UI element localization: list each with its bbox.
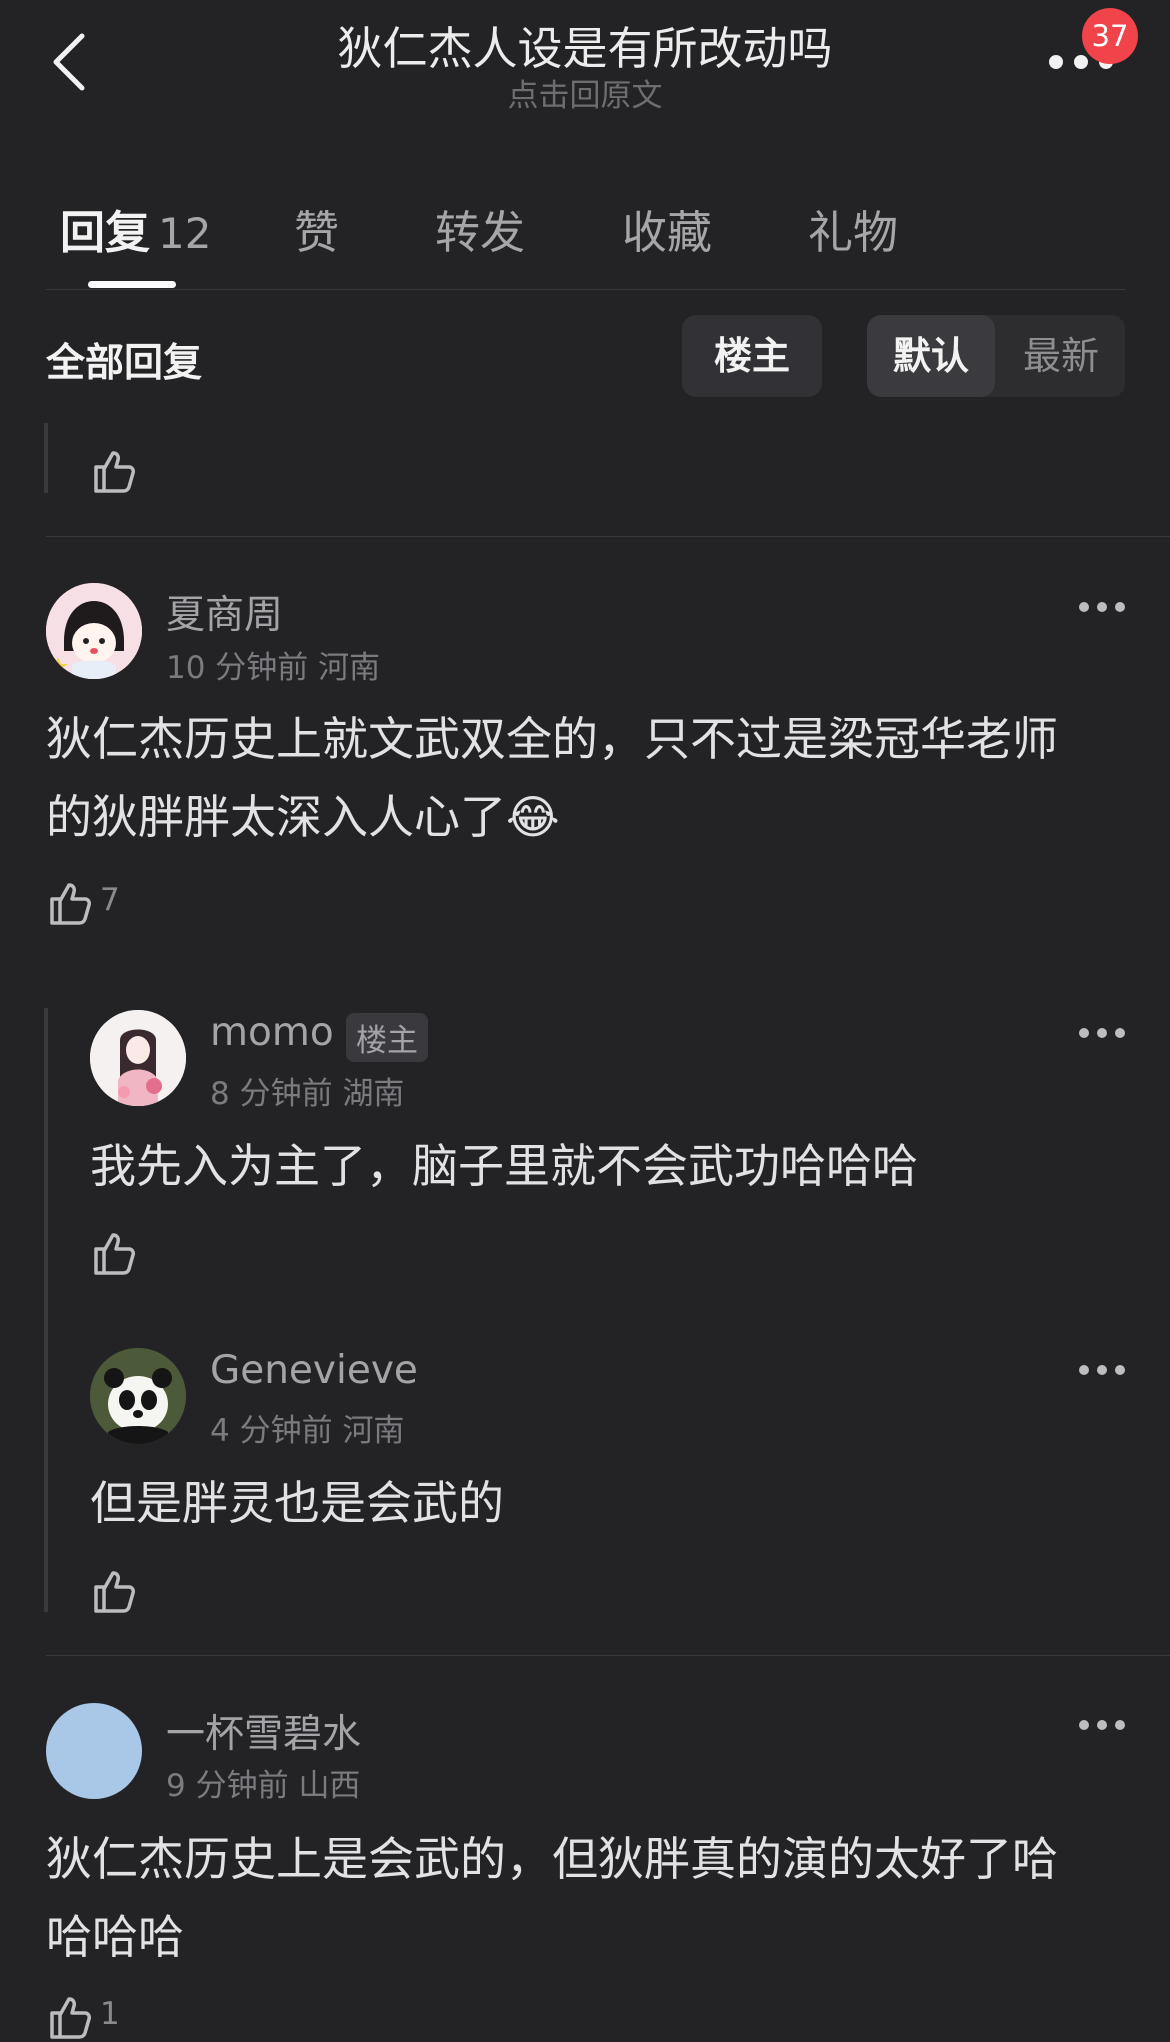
comment-meta: 10 分钟前 河南	[166, 642, 380, 687]
tabs-divider	[46, 289, 1125, 290]
like-icon[interactable]	[90, 1228, 140, 1278]
active-tab-indicator	[88, 281, 176, 288]
like-icon[interactable]	[46, 1992, 96, 2042]
like-icon[interactable]	[90, 446, 140, 496]
avatar[interactable]	[46, 583, 142, 679]
post-title[interactable]: 狄仁杰人设是有所改动吗	[0, 12, 1170, 77]
username[interactable]: Genevieve	[210, 1348, 418, 1393]
username[interactable]: 夏商周	[166, 584, 283, 640]
notification-badge: 37	[1082, 8, 1138, 64]
location: 湖南	[342, 1076, 405, 1112]
comment-text: 狄仁杰历史上就文武双全的，只不过是梁冠华老师 的狄胖胖太深入人心了😂	[46, 712, 1058, 844]
tab-replies[interactable]: 回复 12	[60, 196, 211, 261]
location: 山西	[298, 1768, 361, 1804]
timestamp: 8 分钟前	[210, 1076, 333, 1112]
avatar-image	[46, 583, 142, 679]
comment-text: 但是胖灵也是会武的	[90, 1476, 504, 1530]
tab-count: 12	[158, 209, 212, 258]
comment-divider	[46, 1655, 1170, 1656]
op-only-button[interactable]: 楼主	[682, 315, 822, 397]
all-replies-heading: 全部回复	[46, 341, 203, 386]
tab-label: 回复	[60, 206, 151, 259]
location: 河南	[318, 650, 381, 686]
username[interactable]: 一杯雪碧水	[166, 1703, 361, 1759]
tab-likes[interactable]: 赞	[294, 196, 339, 261]
avatar[interactable]	[90, 1010, 186, 1106]
like-count: 7	[100, 882, 120, 918]
like-count: 1	[100, 1996, 120, 2032]
comment-more-icon[interactable]	[1078, 1363, 1126, 1377]
thread-line	[44, 423, 48, 493]
comment-text: 狄仁杰历史上是会武的，但狄胖真的演的太好了哈 哈哈哈	[46, 1832, 1058, 1964]
username[interactable]: momo	[210, 1010, 334, 1055]
sort-default-button[interactable]: 默认	[867, 315, 995, 397]
comment-meta: 4 分钟前 河南	[210, 1405, 404, 1450]
tab-gifts[interactable]: 礼物	[808, 196, 898, 261]
like-icon[interactable]	[46, 878, 96, 928]
avatar-image	[90, 1010, 186, 1106]
timestamp: 4 分钟前	[210, 1413, 333, 1449]
comment-text: 我先入为主了，脑子里就不会武功哈哈哈	[90, 1139, 918, 1193]
comment-more-icon[interactable]	[1078, 1026, 1126, 1040]
comment-meta: 8 分钟前 湖南	[210, 1068, 404, 1113]
laughing-emoji: 😂	[506, 790, 560, 844]
sort-newest-button[interactable]: 最新	[997, 315, 1125, 397]
avatar[interactable]	[90, 1348, 186, 1444]
thread-line	[44, 1008, 48, 1612]
timestamp: 10 分钟前	[166, 650, 309, 686]
back-to-original-link[interactable]: 点击回原文	[0, 70, 1170, 115]
location: 河南	[342, 1413, 405, 1449]
comment-divider	[46, 536, 1170, 537]
op-tag: 楼主	[346, 1013, 428, 1062]
like-icon[interactable]	[90, 1566, 140, 1616]
comment-more-icon[interactable]	[1078, 1718, 1126, 1732]
tab-favorites[interactable]: 收藏	[622, 196, 712, 261]
comment-meta: 9 分钟前 山西	[166, 1760, 360, 1805]
avatar[interactable]	[46, 1703, 142, 1799]
comment-more-icon[interactable]	[1078, 600, 1126, 614]
tab-reposts[interactable]: 转发	[435, 196, 525, 261]
timestamp: 9 分钟前	[166, 1768, 289, 1804]
avatar-image	[90, 1348, 186, 1444]
